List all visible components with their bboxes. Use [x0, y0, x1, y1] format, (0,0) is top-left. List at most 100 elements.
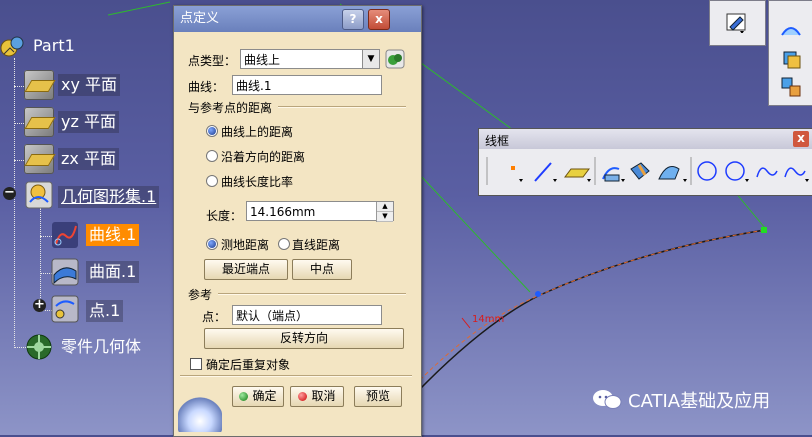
point-type-label: 点类型： — [188, 54, 237, 68]
tree-item-zx-plane[interactable]: zx 平面 — [24, 144, 134, 176]
cancel-icon — [298, 392, 308, 401]
straight-distance-label: 直线距离 — [292, 238, 341, 252]
wechat-icon — [593, 390, 622, 409]
dropdown-icon — [553, 179, 557, 182]
tree-item-part-body[interactable]: 零件几何体 — [24, 332, 174, 364]
dropdown-icon — [745, 179, 749, 182]
tree-item-label: 零件几何体 — [61, 337, 142, 356]
offset-surface-icon[interactable] — [779, 47, 803, 71]
geodesic-radio[interactable] — [206, 238, 218, 250]
point-1-marker — [535, 291, 541, 297]
curve-label: 曲线： — [188, 80, 225, 94]
point-icon — [51, 295, 79, 323]
tree-item-xy-plane[interactable]: xy 平面 — [24, 70, 134, 102]
wireframe-tools — [486, 157, 809, 185]
distance-along-direction-radio[interactable] — [206, 150, 218, 162]
point-type-combo[interactable]: 曲线上 ▼ — [240, 49, 380, 69]
dropdown-icon — [683, 179, 687, 182]
nearest-extremity-button[interactable]: 最近端点 — [204, 259, 288, 280]
point-type-value: 曲线上 — [244, 53, 281, 67]
part-icon — [0, 36, 24, 57]
collapse-icon[interactable]: − — [3, 186, 16, 200]
line-tool-icon — [534, 162, 552, 182]
tree-root[interactable]: Part1 — [0, 34, 100, 60]
curve-end-point — [761, 227, 767, 233]
distance-section-label: 与参考点的距离 — [188, 101, 273, 115]
watermark-text: CATIA基础及应用 — [628, 391, 771, 412]
point-tool-icon — [511, 166, 515, 170]
tree-item-label: 曲面.1 — [86, 261, 140, 283]
lock-icon[interactable] — [385, 49, 405, 69]
distance-on-curve-label: 曲线上的距离 — [221, 125, 294, 139]
plane-icon — [24, 107, 54, 137]
straight-distance-radio[interactable] — [278, 238, 290, 250]
wireframe-titlebar[interactable]: 线框 x — [479, 129, 812, 149]
dropdown-icon — [621, 179, 625, 182]
distance-along-direction-label: 沿着方向的距离 — [221, 150, 306, 164]
surfaces-toolbar — [768, 0, 812, 106]
reference-point-field[interactable]: 默认（端点） — [232, 305, 382, 325]
length-label: 长度： — [206, 209, 243, 223]
wireframe-toolbar: 线框 x — [478, 128, 812, 196]
preview-button[interactable]: 预览 — [354, 386, 402, 407]
corner-tool-icon — [725, 161, 745, 181]
dropdown-icon — [587, 179, 591, 182]
dialog-titlebar[interactable]: 点定义 ? x — [174, 6, 421, 32]
join-icon[interactable] — [779, 75, 803, 99]
repeat-object-checkbox[interactable] — [190, 358, 202, 370]
sketcher-toolbar — [709, 0, 766, 46]
dialog-title: 点定义 — [180, 11, 220, 26]
tree-item-surface-1[interactable]: 曲面.1 — [50, 257, 170, 289]
curve-length-ratio-radio[interactable] — [206, 175, 218, 187]
distance-on-curve-radio[interactable] — [206, 125, 218, 137]
help-button[interactable]: ? — [342, 9, 364, 30]
parallel-curve-tool-icon — [658, 166, 680, 180]
plane-tool-icon — [564, 168, 590, 178]
reverse-direction-button[interactable]: 反转方向 — [204, 328, 404, 349]
tree-item-label: xy 平面 — [58, 74, 121, 96]
reference-point-label: 点： — [202, 310, 227, 324]
cancel-button[interactable]: 取消 — [290, 386, 344, 407]
tree-item-label: yz 平面 — [58, 111, 119, 133]
chevron-down-icon[interactable]: ▼ — [362, 50, 379, 68]
cancel-label: 取消 — [311, 389, 336, 403]
close-button[interactable]: x — [368, 9, 390, 30]
plane-icon — [24, 144, 54, 174]
middle-point-button[interactable]: 中点 — [292, 259, 352, 280]
repeat-object-label: 确定后重复对象 — [206, 358, 291, 372]
distance-annotation: 14mm — [472, 314, 504, 325]
length-stepper[interactable]: ▲ ▼ — [376, 202, 393, 222]
geometric-set-icon — [25, 181, 53, 209]
tree-root-label: Part1 — [33, 36, 75, 55]
surface-boundary-line — [107, 1, 171, 16]
tree-item-geometric-set[interactable]: 几何图形集.1 — [24, 180, 164, 212]
sketch-icon[interactable] — [724, 9, 748, 33]
ok-icon — [239, 392, 249, 401]
extrude-surface-icon[interactable] — [779, 19, 803, 43]
wireframe-close-button[interactable]: x — [793, 131, 809, 147]
section-divider — [278, 106, 406, 108]
connect-curve-tool-icon — [756, 167, 778, 178]
length-value: 14.166mm — [250, 205, 316, 219]
length-field[interactable]: 14.166mm ▲ ▼ — [246, 201, 394, 222]
circle-tool-icon — [697, 161, 717, 181]
plane-icon — [24, 70, 54, 100]
dialog-decoration — [178, 396, 222, 432]
tree-item-label: 点.1 — [86, 300, 124, 322]
geodesic-label: 测地距离 — [221, 238, 270, 252]
tree-item-curve-1[interactable]: 曲线.1 — [50, 220, 170, 252]
curve-field[interactable]: 曲线.1 — [232, 75, 382, 95]
body-icon — [26, 334, 52, 360]
spline-tool-icon — [784, 167, 806, 178]
curve-length-ratio-label: 曲线长度比率 — [221, 175, 294, 189]
dropdown-icon — [519, 179, 523, 182]
ok-label: 确定 — [252, 389, 277, 403]
expand-icon[interactable]: + — [33, 298, 46, 312]
tree-item-point-1[interactable]: 点.1 — [50, 294, 170, 326]
tree-item-label: 几何图形集.1 — [58, 186, 160, 208]
tree-item-label: zx 平面 — [58, 148, 119, 170]
ok-button[interactable]: 确定 — [232, 386, 284, 407]
tree-item-yz-plane[interactable]: yz 平面 — [24, 107, 134, 139]
watermark: CATIA基础及应用 — [592, 386, 802, 412]
dropdown-icon — [805, 179, 809, 182]
